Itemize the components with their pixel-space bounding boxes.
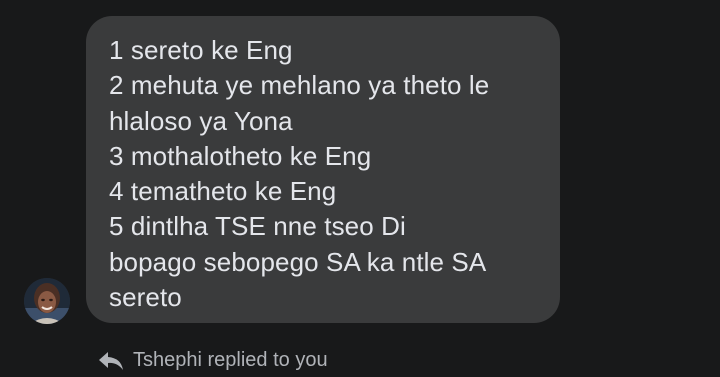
reply-status-text: Tshephi replied to you	[133, 349, 328, 371]
message-line: bopago sebopego SA ka ntle SA	[109, 246, 487, 277]
message-line: 5 dintlha TSE nne tseo Di	[109, 211, 406, 242]
sender-avatar[interactable]	[24, 278, 70, 324]
reply-status[interactable]: Tshephi replied to you	[98, 349, 328, 372]
message-line: 2 mehuta ye mehlano ya theto le	[109, 70, 490, 101]
chat-screen: 1 sereto ke Eng 2 mehuta ye mehlano ya t…	[0, 0, 720, 377]
message-line: 4 tematheto ke Eng	[109, 176, 337, 207]
message-bubble[interactable]: 1 sereto ke Eng 2 mehuta ye mehlano ya t…	[86, 16, 560, 323]
message-line: sereto	[109, 282, 182, 313]
message-line: 1 sereto ke Eng	[109, 35, 293, 65]
message-line: hlaloso ya Yona	[109, 105, 293, 136]
message-line: 3 mothalotheto ke Eng	[109, 140, 372, 171]
reply-arrow-icon	[98, 350, 124, 372]
avatar-photo-icon	[24, 278, 70, 324]
